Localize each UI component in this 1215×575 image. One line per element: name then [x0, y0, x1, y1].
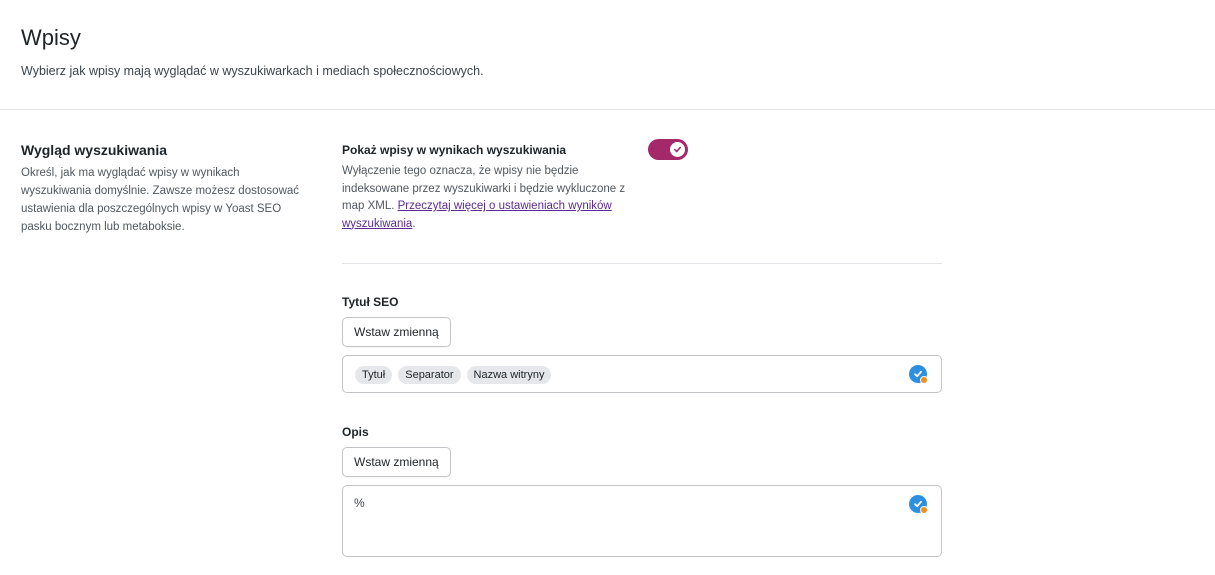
- seo-title-chips: Tytuł Separator Nazwa witryny: [355, 366, 552, 384]
- toggle-knob: [670, 142, 685, 157]
- description-value: %: [354, 496, 365, 510]
- seo-title-label: Tytuł SEO: [342, 295, 399, 309]
- page-description: Wybierz jak wpisy mają wyglądać w wyszuk…: [21, 64, 484, 78]
- variable-chip-title[interactable]: Tytuł: [355, 366, 393, 384]
- description-label: Opis: [342, 425, 369, 439]
- section-description: Określ, jak ma wyglądać wpisy w wynikach…: [21, 167, 300, 233]
- ai-check-icon[interactable]: [909, 365, 928, 384]
- section-title: Wygląd wyszukiwania: [21, 142, 168, 158]
- seo-title-editor[interactable]: Tytuł Separator Nazwa witryny: [342, 355, 942, 393]
- toggle-label: Pokaż wpisy w wynikach wyszukiwania: [342, 143, 567, 157]
- toggle-description-trailing: .: [412, 217, 416, 230]
- description-insert-variable-button[interactable]: Wstaw zmienną: [342, 447, 451, 477]
- header-divider: [0, 109, 1215, 110]
- variable-chip-site-name[interactable]: Nazwa witryny: [466, 366, 552, 384]
- show-in-search-toggle[interactable]: [648, 139, 688, 160]
- toggle-description: Wyłączenie tego oznacza, że wpisy nie bę…: [342, 163, 642, 233]
- ai-check-icon[interactable]: [909, 495, 928, 514]
- section-divider: [342, 263, 942, 264]
- description-editor[interactable]: %: [342, 485, 942, 557]
- page-title: Wpisy: [21, 25, 81, 50]
- variable-chip-separator[interactable]: Separator: [398, 366, 461, 384]
- seo-title-insert-variable-button[interactable]: Wstaw zmienną: [342, 317, 451, 347]
- check-icon: [673, 146, 682, 153]
